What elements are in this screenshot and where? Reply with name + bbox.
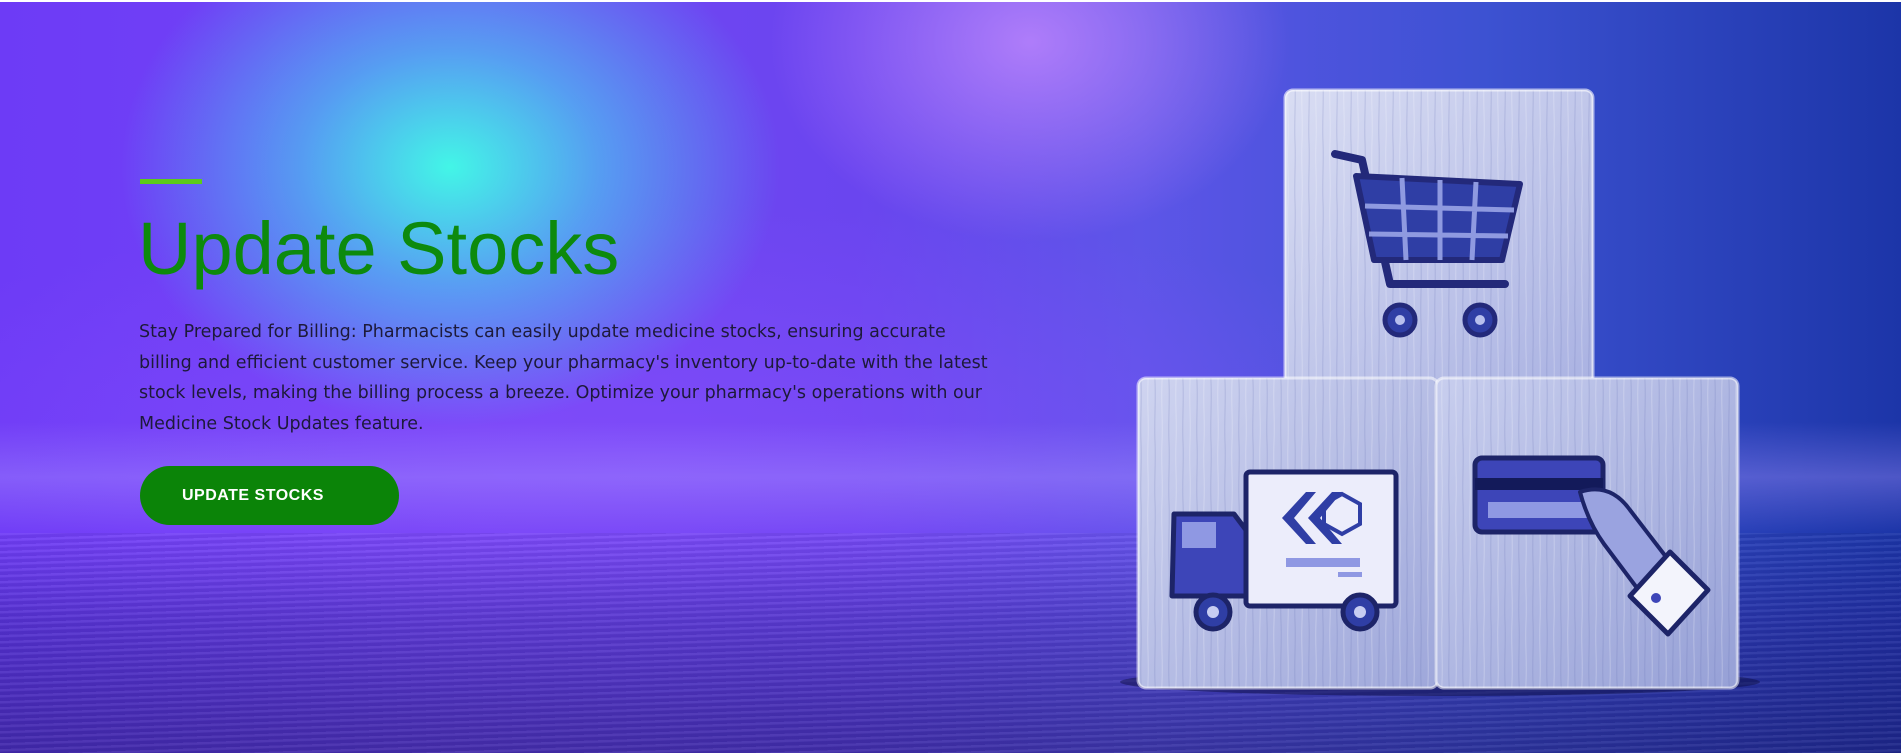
wooden-blocks-illustration bbox=[1120, 88, 1760, 696]
hero-title: Update Stocks bbox=[138, 207, 620, 290]
payment-block bbox=[1434, 376, 1740, 690]
update-stocks-button[interactable]: UPDATE STOCKS bbox=[140, 466, 399, 525]
cart-block bbox=[1283, 88, 1595, 386]
hero-banner: Update Stocks Stay Prepared for Billing:… bbox=[0, 2, 1901, 753]
hero-description: Stay Prepared for Billing: Pharmacists c… bbox=[139, 322, 988, 434]
truck-block bbox=[1136, 376, 1440, 690]
page: Update Stocks Stay Prepared for Billing:… bbox=[0, 0, 1901, 753]
title-accent-bar bbox=[140, 179, 202, 184]
